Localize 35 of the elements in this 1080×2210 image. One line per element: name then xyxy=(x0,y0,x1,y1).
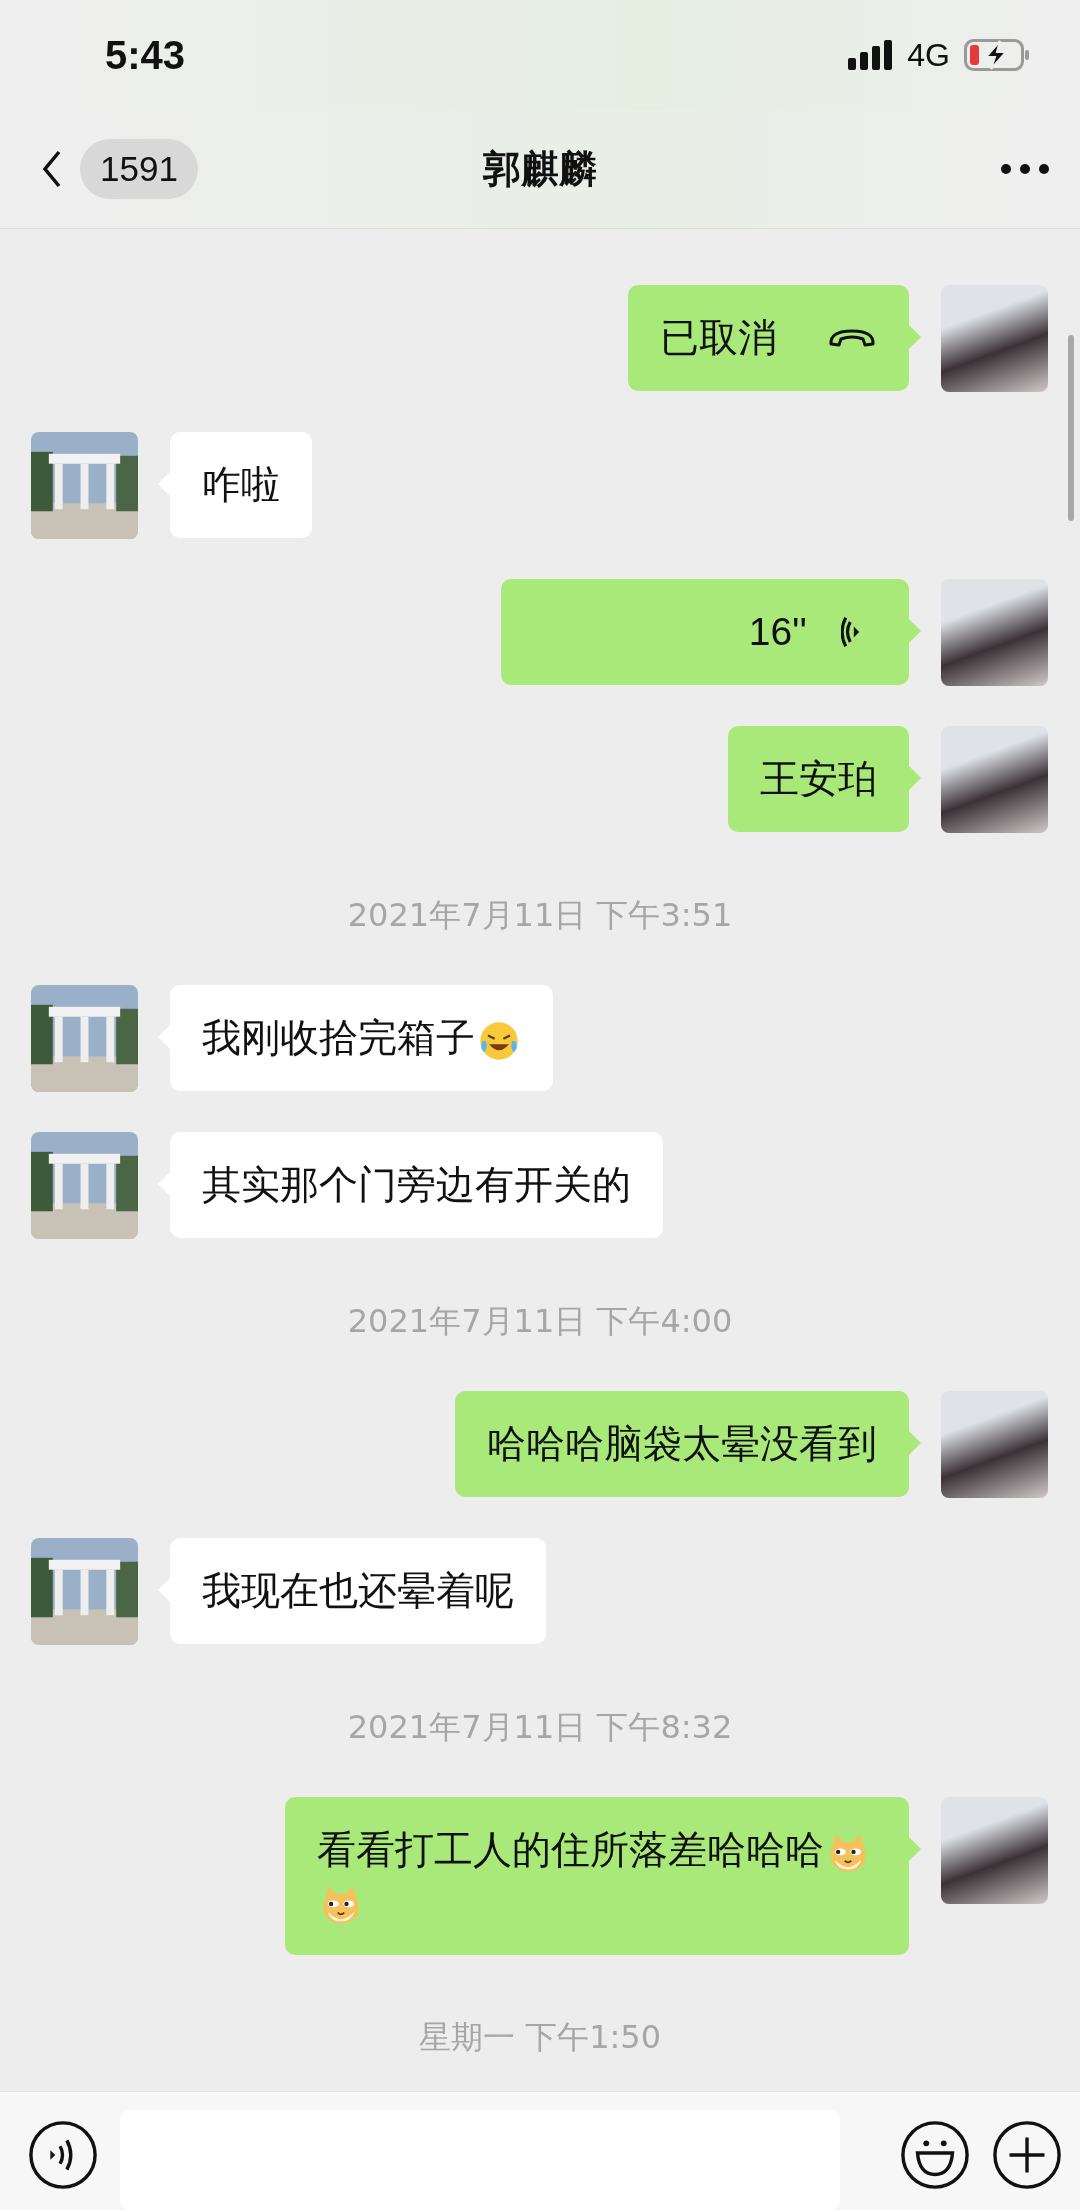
voice-input-icon[interactable] xyxy=(28,2120,98,2190)
unread-count[interactable]: 1591 xyxy=(80,139,198,199)
message-text: 王安珀 xyxy=(760,756,877,801)
network-label: 4G xyxy=(907,36,950,74)
status-time: 5:43 xyxy=(105,32,186,78)
message-text: 看看打工人的住所落差哈哈哈 xyxy=(317,1827,824,1872)
voice-duration: 16'' xyxy=(748,609,807,655)
bubble-tail xyxy=(909,325,921,349)
message-text: 哈哈哈脑袋太晕没看到 xyxy=(487,1421,877,1466)
timestamp: 2021年7月11日 下午8:32 xyxy=(347,1707,733,1747)
arch-photo-avatar[interactable] xyxy=(31,432,138,539)
timestamp: 星期一 下午1:50 xyxy=(419,2017,661,2057)
message-text: 我刚收拾完箱子 xyxy=(202,1015,475,1060)
phone-hangup-icon xyxy=(827,327,877,349)
plus-icon[interactable] xyxy=(992,2120,1062,2190)
message-text: 咋啦 xyxy=(202,462,280,507)
avatar-photo-placeholder[interactable] xyxy=(941,285,1048,392)
bubble-tail xyxy=(909,619,921,643)
arch-photo-avatar[interactable] xyxy=(31,1538,138,1645)
signal-icon xyxy=(847,40,894,70)
avatar-photo-placeholder[interactable] xyxy=(941,726,1048,833)
avatar-photo-placeholder[interactable] xyxy=(941,1391,1048,1498)
arch-photo-avatar[interactable] xyxy=(31,985,138,1092)
emoji-icon[interactable] xyxy=(900,2120,970,2190)
message-text: 其实那个门旁边有开关的 xyxy=(202,1162,631,1207)
back-icon[interactable] xyxy=(42,148,62,190)
more-icon[interactable] xyxy=(1000,163,1050,175)
avatar-photo-placeholder[interactable] xyxy=(941,579,1048,686)
avatar-photo-placeholder[interactable] xyxy=(941,1797,1048,1904)
message-text: 我现在也还晕着呢 xyxy=(202,1568,514,1613)
chat-title: 郭麒麟 xyxy=(483,145,597,193)
timestamp: 2021年7月11日 下午4:00 xyxy=(347,1301,733,1341)
timestamp: 2021年7月11日 下午3:51 xyxy=(347,895,733,935)
arch-photo-avatar[interactable] xyxy=(31,1132,138,1239)
call-status-text: 已取消 xyxy=(660,314,777,362)
